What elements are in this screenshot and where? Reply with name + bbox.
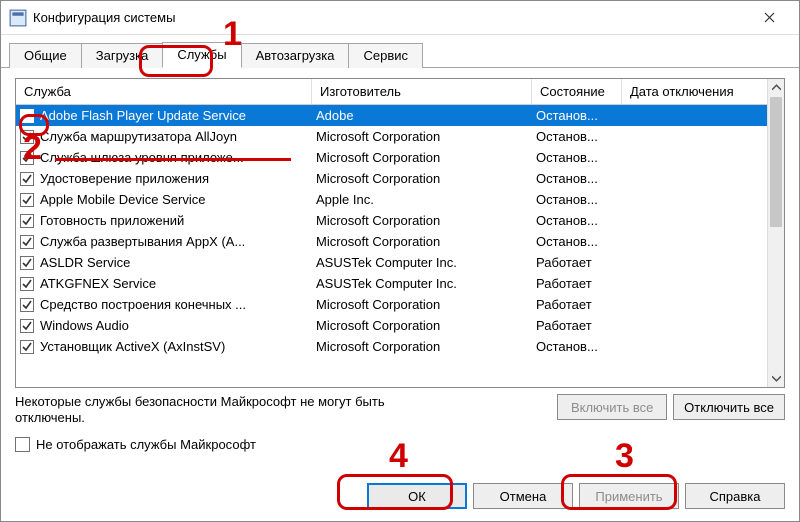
hide-ms-label: Не отображать службы Майкрософт — [36, 437, 256, 452]
row-checkbox[interactable] — [20, 319, 34, 333]
row-checkbox[interactable] — [20, 298, 34, 312]
table-row[interactable]: Windows Audio Microsoft Corporation Рабо… — [16, 315, 784, 336]
cell-vendor: Microsoft Corporation — [316, 150, 536, 165]
cell-status: Останов... — [536, 171, 626, 186]
row-checkbox[interactable] — [20, 340, 34, 354]
row-checkbox[interactable] — [20, 235, 34, 249]
cell-status: Останов... — [536, 234, 626, 249]
cell-vendor: Microsoft Corporation — [316, 318, 536, 333]
cell-vendor: ASUSTek Computer Inc. — [316, 276, 536, 291]
apply-button[interactable]: Применить — [579, 483, 679, 509]
table-row[interactable]: ASLDR Service ASUSTek Computer Inc. Рабо… — [16, 252, 784, 273]
cell-service: Windows Audio — [40, 318, 316, 333]
scroll-down-icon[interactable] — [768, 370, 784, 387]
disable-all-button[interactable]: Отключить все — [673, 394, 785, 420]
services-list: Служба Изготовитель Состояние Дата отклю… — [15, 78, 785, 388]
hide-ms-checkbox[interactable] — [15, 437, 30, 452]
cell-vendor: Microsoft Corporation — [316, 171, 536, 186]
cell-status: Работает — [536, 276, 626, 291]
cell-service: Служба шлюза уровня приложе... — [40, 150, 316, 165]
cell-vendor: Microsoft Corporation — [316, 234, 536, 249]
row-checkbox[interactable] — [20, 109, 34, 123]
cancel-button[interactable]: Отмена — [473, 483, 573, 509]
hide-ms-row: Не отображать службы Майкрософт — [15, 437, 785, 452]
cell-vendor: Apple Inc. — [316, 192, 536, 207]
cell-vendor: Microsoft Corporation — [316, 339, 536, 354]
tabstrip: Общие Загрузка Службы Автозагрузка Серви… — [1, 35, 799, 68]
table-row[interactable]: Служба маршрутизатора AllJoyn Microsoft … — [16, 126, 784, 147]
scroll-thumb[interactable] — [770, 97, 782, 227]
list-body: Adobe Flash Player Update Service Adobe … — [16, 105, 784, 387]
titlebar: Конфигурация системы — [1, 1, 799, 35]
tab-boot[interactable]: Загрузка — [81, 43, 164, 68]
cell-status: Останов... — [536, 108, 626, 123]
cell-service: Установщик ActiveX (AxInstSV) — [40, 339, 316, 354]
cell-service: Средство построения конечных ... — [40, 297, 316, 312]
row-checkbox[interactable] — [20, 277, 34, 291]
enable-all-button[interactable]: Включить все — [557, 394, 667, 420]
row-checkbox[interactable] — [20, 151, 34, 165]
cell-service: Apple Mobile Device Service — [40, 192, 316, 207]
row-checkbox[interactable] — [20, 256, 34, 270]
window-title: Конфигурация системы — [33, 10, 175, 25]
row-checkbox[interactable] — [20, 130, 34, 144]
table-row[interactable]: Средство построения конечных ... Microso… — [16, 294, 784, 315]
cell-service: Удостоверение приложения — [40, 171, 316, 186]
cell-vendor: Microsoft Corporation — [316, 213, 536, 228]
scroll-up-icon[interactable] — [768, 79, 784, 96]
tab-content: Служба Изготовитель Состояние Дата отклю… — [1, 68, 799, 473]
table-row[interactable]: Apple Mobile Device Service Apple Inc. О… — [16, 189, 784, 210]
cell-status: Останов... — [536, 129, 626, 144]
cell-service: ASLDR Service — [40, 255, 316, 270]
col-header-status[interactable]: Состояние — [532, 79, 622, 104]
row-checkbox[interactable] — [20, 214, 34, 228]
table-row[interactable]: Adobe Flash Player Update Service Adobe … — [16, 105, 784, 126]
cell-status: Останов... — [536, 192, 626, 207]
row-checkbox[interactable] — [20, 193, 34, 207]
app-icon — [9, 9, 27, 27]
cell-status: Работает — [536, 318, 626, 333]
table-row[interactable]: ATKGFNEX Service ASUSTek Computer Inc. Р… — [16, 273, 784, 294]
table-row[interactable]: Установщик ActiveX (AxInstSV) Microsoft … — [16, 336, 784, 357]
note-line2: отключены. — [15, 410, 85, 425]
ok-button[interactable]: ОК — [367, 483, 467, 509]
tab-general[interactable]: Общие — [9, 43, 82, 68]
cell-vendor: ASUSTek Computer Inc. — [316, 255, 536, 270]
tab-tools[interactable]: Сервис — [348, 43, 423, 68]
security-note: Некоторые службы безопасности Майкрософт… — [15, 394, 557, 425]
cell-vendor: Microsoft Corporation — [316, 129, 536, 144]
col-header-manufacturer[interactable]: Изготовитель — [312, 79, 532, 104]
cell-status: Работает — [536, 255, 626, 270]
note-line1: Некоторые службы безопасности Майкрософт… — [15, 394, 385, 409]
cell-vendor: Adobe — [316, 108, 536, 123]
msconfig-window: Конфигурация системы Общие Загрузка Служ… — [0, 0, 800, 522]
cell-status: Останов... — [536, 213, 626, 228]
row-checkbox[interactable] — [20, 172, 34, 186]
cell-vendor: Microsoft Corporation — [316, 297, 536, 312]
table-row[interactable]: Удостоверение приложения Microsoft Corpo… — [16, 168, 784, 189]
cell-service: Служба развертывания AppX (A... — [40, 234, 316, 249]
cell-service: Служба маршрутизатора AllJoyn — [40, 129, 316, 144]
table-row[interactable]: Готовность приложений Microsoft Corporat… — [16, 210, 784, 231]
close-button[interactable] — [747, 4, 791, 32]
list-header: Служба Изготовитель Состояние Дата отклю… — [16, 79, 784, 105]
dialog-buttons: ОК Отмена Применить Справка — [1, 473, 799, 521]
tab-startup[interactable]: Автозагрузка — [241, 43, 350, 68]
close-icon — [764, 12, 775, 23]
cell-service: Adobe Flash Player Update Service — [40, 108, 316, 123]
col-header-disable-date[interactable]: Дата отключения — [622, 79, 752, 104]
cell-status: Работает — [536, 297, 626, 312]
cell-service: ATKGFNEX Service — [40, 276, 316, 291]
cell-status: Останов... — [536, 339, 626, 354]
scrollbar[interactable] — [767, 79, 784, 387]
table-row[interactable]: Служба шлюза уровня приложе... Microsoft… — [16, 147, 784, 168]
tab-services[interactable]: Службы — [162, 42, 241, 68]
col-header-service[interactable]: Служба — [16, 79, 312, 104]
cell-service: Готовность приложений — [40, 213, 316, 228]
table-row[interactable]: Служба развертывания AppX (A... Microsof… — [16, 231, 784, 252]
cell-status: Останов... — [536, 150, 626, 165]
help-button[interactable]: Справка — [685, 483, 785, 509]
notes-row: Некоторые службы безопасности Майкрософт… — [15, 394, 785, 425]
